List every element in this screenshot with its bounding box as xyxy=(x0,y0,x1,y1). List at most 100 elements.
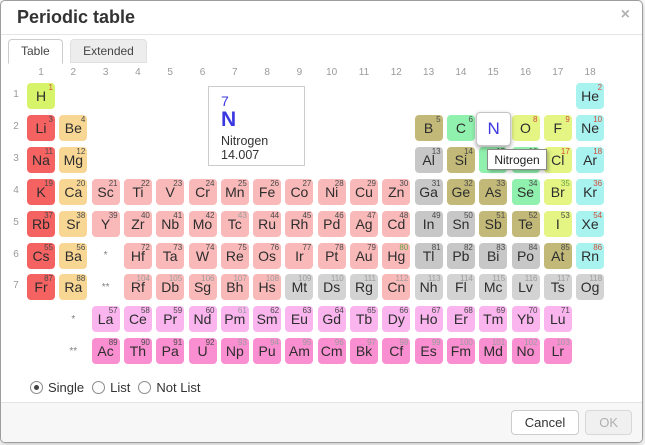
element-cell-ac[interactable]: 89Ac xyxy=(92,338,120,364)
element-cell-tb[interactable]: 65Tb xyxy=(350,306,378,332)
element-cell-te[interactable]: 52Te xyxy=(512,211,540,237)
element-cell-ta[interactable]: 73Ta xyxy=(156,243,184,269)
radio-not-list-icon[interactable] xyxy=(138,381,151,394)
element-cell-ca[interactable]: 20Ca xyxy=(59,179,87,205)
element-cell-ho[interactable]: 67Ho xyxy=(415,306,443,332)
element-cell-pu[interactable]: 94Pu xyxy=(253,338,281,364)
element-cell-co[interactable]: 27Co xyxy=(285,179,313,205)
element-cell-np[interactable]: 93Np xyxy=(221,338,249,364)
element-cell-cn[interactable]: 112Cn xyxy=(382,274,410,300)
element-cell-pm[interactable]: 61Pm xyxy=(221,306,249,332)
element-cell-sm[interactable]: 62Sm xyxy=(253,306,281,332)
element-cell-mg[interactable]: 12Mg xyxy=(59,147,87,173)
element-cell-cs[interactable]: 55Cs xyxy=(27,243,55,269)
element-cell-ge[interactable]: 32Ge xyxy=(447,179,475,205)
element-cell-y[interactable]: 39Y xyxy=(92,211,120,237)
element-cell-at[interactable]: 85At xyxy=(544,243,572,269)
element-cell-pa[interactable]: 91Pa xyxy=(156,338,184,364)
element-cell-si[interactable]: 14Si xyxy=(447,147,475,173)
element-cell-sr[interactable]: 38Sr xyxy=(59,211,87,237)
cancel-button[interactable]: Cancel xyxy=(511,410,579,435)
element-cell-rf[interactable]: 104Rf xyxy=(124,274,152,300)
element-cell-md[interactable]: 101Md xyxy=(479,338,507,364)
element-cell-lr[interactable]: 103Lr xyxy=(544,338,572,364)
element-cell-bh[interactable]: 107Bh xyxy=(221,274,249,300)
element-cell-k[interactable]: 19K xyxy=(27,179,55,205)
element-cell-tl[interactable]: 81Tl xyxy=(415,243,443,269)
element-cell-fe[interactable]: 26Fe xyxy=(253,179,281,205)
element-cell-b[interactable]: 5B xyxy=(415,115,443,141)
element-cell-ds[interactable]: 110Ds xyxy=(318,274,346,300)
radio-single-icon[interactable] xyxy=(30,381,43,394)
element-cell-ag[interactable]: 47Ag xyxy=(350,211,378,237)
element-cell-eu[interactable]: 63Eu xyxy=(285,306,313,332)
element-cell-he[interactable]: 2He xyxy=(576,83,604,109)
element-cell-db[interactable]: 105Db xyxy=(156,274,184,300)
element-cell-ti[interactable]: 22Ti xyxy=(124,179,152,205)
element-cell-kr[interactable]: 36Kr xyxy=(576,179,604,205)
radio-single[interactable]: Single xyxy=(30,380,84,395)
element-cell-cf[interactable]: 98Cf xyxy=(382,338,410,364)
element-cell-ts[interactable]: 117Ts xyxy=(544,274,572,300)
element-cell-ga[interactable]: 31Ga xyxy=(415,179,443,205)
element-cell-rn[interactable]: 86Rn xyxy=(576,243,604,269)
element-cell-lu[interactable]: 71Lu xyxy=(544,306,572,332)
element-cell-tm[interactable]: 69Tm xyxy=(479,306,507,332)
element-cell-zr[interactable]: 40Zr xyxy=(124,211,152,237)
element-cell-cl[interactable]: 17Cl xyxy=(544,147,572,173)
ok-button[interactable]: OK xyxy=(585,410,632,435)
radio-list-icon[interactable] xyxy=(92,381,105,394)
element-cell-no[interactable]: 102No xyxy=(512,338,540,364)
element-cell-rh[interactable]: 45Rh xyxy=(285,211,313,237)
element-cell-mo[interactable]: 42Mo xyxy=(189,211,217,237)
element-cell-u[interactable]: 92U xyxy=(189,338,217,364)
element-cell-er[interactable]: 68Er xyxy=(447,306,475,332)
element-cell-re[interactable]: 75Re xyxy=(221,243,249,269)
element-cell-c[interactable]: 6C xyxy=(447,115,475,141)
element-cell-li[interactable]: 3Li xyxy=(27,115,55,141)
element-cell-nb[interactable]: 41Nb xyxy=(156,211,184,237)
element-cell-hf[interactable]: 72Hf xyxy=(124,243,152,269)
element-cell-nd[interactable]: 60Nd xyxy=(189,306,217,332)
radio-list[interactable]: List xyxy=(92,380,130,395)
element-cell-h[interactable]: 1H xyxy=(27,83,55,109)
element-cell-hg[interactable]: 80Hg xyxy=(382,243,410,269)
element-cell-bk[interactable]: 97Bk xyxy=(350,338,378,364)
element-cell-po[interactable]: 84Po xyxy=(512,243,540,269)
element-cell-ne[interactable]: 10Ne xyxy=(576,115,604,141)
element-cell-sn[interactable]: 50Sn xyxy=(447,211,475,237)
element-cell-lv[interactable]: 116Lv xyxy=(512,274,540,300)
element-cell-cm[interactable]: 96Cm xyxy=(318,338,346,364)
element-cell-tc[interactable]: 43Tc xyxy=(221,211,249,237)
element-cell-ru[interactable]: 44Ru xyxy=(253,211,281,237)
element-cell-o[interactable]: 8O xyxy=(512,115,540,141)
element-cell-n[interactable]: N xyxy=(476,112,511,146)
element-cell-na[interactable]: 11Na xyxy=(27,147,55,173)
element-cell-mt[interactable]: 109Mt xyxy=(285,274,313,300)
element-cell-cu[interactable]: 29Cu xyxy=(350,179,378,205)
element-cell-fl[interactable]: 114Fl xyxy=(447,274,475,300)
element-cell-gd[interactable]: 64Gd xyxy=(318,306,346,332)
element-cell-ir[interactable]: 77Ir xyxy=(285,243,313,269)
element-cell-w[interactable]: 74W xyxy=(189,243,217,269)
element-cell-xe[interactable]: 54Xe xyxy=(576,211,604,237)
element-cell-nh[interactable]: 113Nh xyxy=(415,274,443,300)
element-cell-hs[interactable]: 108Hs xyxy=(253,274,281,300)
element-cell-mn[interactable]: 25Mn xyxy=(221,179,249,205)
element-cell-ar[interactable]: 18Ar xyxy=(576,147,604,173)
element-cell-pr[interactable]: 59Pr xyxy=(156,306,184,332)
element-cell-pt[interactable]: 78Pt xyxy=(318,243,346,269)
element-cell-sc[interactable]: 21Sc xyxy=(92,179,120,205)
element-cell-bi[interactable]: 83Bi xyxy=(479,243,507,269)
element-cell-og[interactable]: 118Og xyxy=(576,274,604,300)
radio-not-list[interactable]: Not List xyxy=(138,380,200,395)
element-cell-ba[interactable]: 56Ba xyxy=(59,243,87,269)
element-cell-rg[interactable]: 111Rg xyxy=(350,274,378,300)
element-cell-zn[interactable]: 30Zn xyxy=(382,179,410,205)
element-cell-th[interactable]: 90Th xyxy=(124,338,152,364)
element-cell-au[interactable]: 79Au xyxy=(350,243,378,269)
element-cell-yb[interactable]: 70Yb xyxy=(512,306,540,332)
element-cell-i[interactable]: 53I xyxy=(544,211,572,237)
element-cell-es[interactable]: 99Es xyxy=(415,338,443,364)
element-cell-sg[interactable]: 106Sg xyxy=(189,274,217,300)
